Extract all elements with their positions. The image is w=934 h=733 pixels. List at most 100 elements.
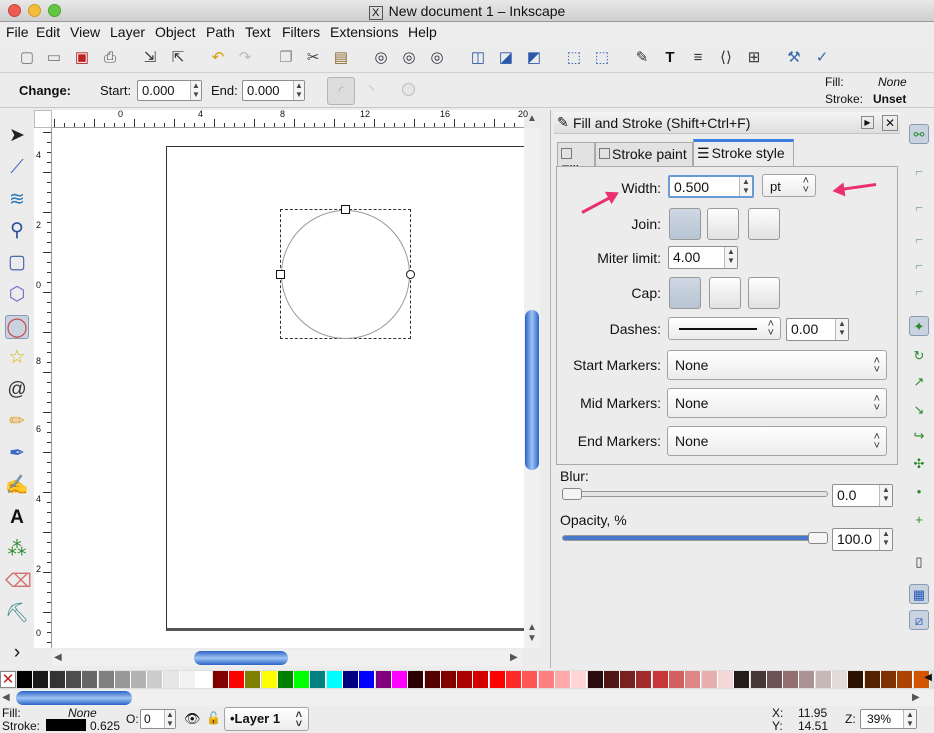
snap-bbox-icon[interactable]: ⌐ (909, 162, 929, 182)
spray-tool-icon[interactable]: ⁂ (5, 538, 29, 562)
snap-toggle-icon[interactable]: ⚯ (909, 124, 929, 144)
color-swatch[interactable] (294, 671, 311, 688)
color-swatch[interactable] (391, 671, 408, 688)
star-tool-icon[interactable]: ☆ (5, 346, 29, 370)
xml-editor-icon[interactable]: ⟨⟩ (717, 49, 735, 67)
horizontal-ruler[interactable]: 0 4 8 12 16 20 (52, 109, 528, 128)
no-paint-swatch[interactable]: ✕ (0, 671, 16, 688)
color-swatch[interactable] (375, 671, 392, 688)
snap-bbox-center-icon[interactable]: ⌐ (909, 282, 929, 302)
end-markers-select[interactable]: None ˄ ˅ (667, 426, 887, 456)
color-swatch[interactable] (766, 671, 783, 688)
scroll-left-icon[interactable]: ◀ (54, 652, 62, 663)
group-icon[interactable]: ⬚ (565, 49, 583, 67)
scroll-right-icon[interactable]: ▶ (912, 692, 920, 703)
eraser-tool-icon[interactable]: ⌫ (5, 570, 32, 594)
rectangle-tool-icon[interactable]: ▢ (5, 251, 29, 275)
blur-slider[interactable] (562, 491, 828, 497)
color-swatch[interactable] (33, 671, 50, 688)
snap-guide-icon[interactable]: ⧄ (909, 610, 929, 630)
scroll-up-icon[interactable]: ▲ (527, 113, 537, 124)
color-swatch[interactable] (799, 671, 816, 688)
ellipse-object[interactable] (281, 210, 410, 339)
close-icon[interactable]: ✕ (882, 115, 898, 131)
fill-stroke-icon[interactable]: ✎ (633, 49, 651, 67)
stroke-unit-select[interactable]: pt ˄ ˅ (762, 174, 816, 197)
snap-grid-icon[interactable]: ▦ (909, 584, 929, 604)
spin-arrows-icon[interactable]: ▲ ▼ (879, 485, 892, 506)
zoom-drawing-icon[interactable]: ◎ (400, 49, 418, 67)
color-swatch[interactable] (880, 671, 897, 688)
save-icon[interactable]: ▣ (73, 49, 91, 67)
color-swatch[interactable] (424, 671, 441, 688)
make-whole-button[interactable] (402, 83, 415, 96)
color-swatch[interactable] (212, 671, 229, 688)
snap-page-icon[interactable]: ▯ (909, 552, 929, 572)
end-angle-input[interactable]: 0.000 ▲ ▼ (242, 80, 305, 101)
scroll-arrows-icon[interactable]: ▲ ▼ (527, 622, 537, 644)
color-swatch[interactable] (277, 671, 294, 688)
zoom-tool-icon[interactable]: ⚲ (5, 219, 29, 243)
color-swatch[interactable] (620, 671, 637, 688)
menu-extensions[interactable]: Extensions (330, 24, 398, 40)
selector-tool-icon[interactable]: ➤ (5, 124, 29, 148)
more-tools-icon[interactable]: › (5, 641, 29, 665)
spin-arrows-icon[interactable]: ▲ ▼ (293, 81, 304, 100)
color-swatch[interactable] (734, 671, 751, 688)
menu-layer[interactable]: Layer (110, 24, 145, 40)
blur-input[interactable]: 0.0 ▲ ▼ (832, 484, 893, 507)
menu-path[interactable]: Path (206, 24, 235, 40)
opacity-slider[interactable] (562, 535, 828, 541)
snap-cusp-icon[interactable]: ↘ (909, 400, 929, 420)
tab-stroke-style[interactable]: ☰ Stroke style (693, 139, 794, 166)
vertical-ruler[interactable]: 4 2 0 8 6 4 2 0 (34, 128, 52, 648)
node-tool-icon[interactable]: ⟋ (5, 156, 29, 180)
color-swatch[interactable] (750, 671, 767, 688)
cap-square-button[interactable] (748, 277, 780, 309)
color-swatch[interactable] (196, 671, 213, 688)
tab-fill[interactable]: Fill (557, 142, 595, 178)
color-swatch[interactable] (98, 671, 115, 688)
ellipse-rx-handle[interactable] (276, 270, 285, 279)
zoom-selection-icon[interactable]: ◎ (372, 49, 390, 67)
ellipse-arc-handle[interactable] (406, 270, 415, 279)
join-bevel-button[interactable] (748, 208, 780, 240)
horizontal-scroll-thumb[interactable] (194, 651, 288, 665)
export-icon[interactable]: ⇱ (169, 49, 187, 67)
tab-stroke-paint[interactable]: Stroke paint (595, 142, 693, 166)
spin-arrows-icon[interactable]: ▲ ▼ (164, 710, 175, 728)
color-swatch[interactable] (228, 671, 245, 688)
color-swatch[interactable] (147, 671, 164, 688)
color-swatch[interactable] (701, 671, 718, 688)
color-swatch[interactable] (440, 671, 457, 688)
redo-icon[interactable]: ↷ (236, 49, 254, 67)
color-swatch[interactable] (326, 671, 343, 688)
menu-object[interactable]: Object (155, 24, 195, 40)
color-swatch[interactable] (82, 671, 99, 688)
copy-icon[interactable]: ❐ (277, 49, 295, 67)
status-stroke-swatch[interactable] (46, 719, 86, 731)
blur-slider-handle[interactable] (562, 488, 582, 500)
color-swatch[interactable] (457, 671, 474, 688)
spiral-tool-icon[interactable]: @ (5, 378, 29, 402)
color-swatch[interactable] (114, 671, 131, 688)
align-icon[interactable]: ⊞ (745, 49, 763, 67)
color-swatch[interactable] (717, 671, 734, 688)
import-icon[interactable]: ⇲ (141, 49, 159, 67)
color-swatch[interactable] (359, 671, 376, 688)
join-miter-button[interactable] (669, 208, 701, 240)
menu-filters[interactable]: Filters (282, 24, 320, 40)
spin-arrows-icon[interactable]: ▲ ▼ (724, 247, 737, 268)
color-swatch[interactable] (815, 671, 832, 688)
color-swatch[interactable] (65, 671, 82, 688)
pencil-tool-icon[interactable]: ✏ (5, 410, 29, 434)
document-properties-icon[interactable]: ✓ (813, 49, 831, 67)
cap-butt-button[interactable] (669, 277, 701, 309)
menu-text[interactable]: Text (245, 24, 271, 40)
snap-path-icon[interactable]: ↻ (909, 346, 929, 366)
color-swatch[interactable] (522, 671, 539, 688)
color-swatch[interactable] (603, 671, 620, 688)
layer-lock-icon[interactable]: 🔓 (206, 711, 221, 725)
drawing-canvas[interactable] (52, 128, 524, 648)
color-swatch[interactable] (131, 671, 148, 688)
